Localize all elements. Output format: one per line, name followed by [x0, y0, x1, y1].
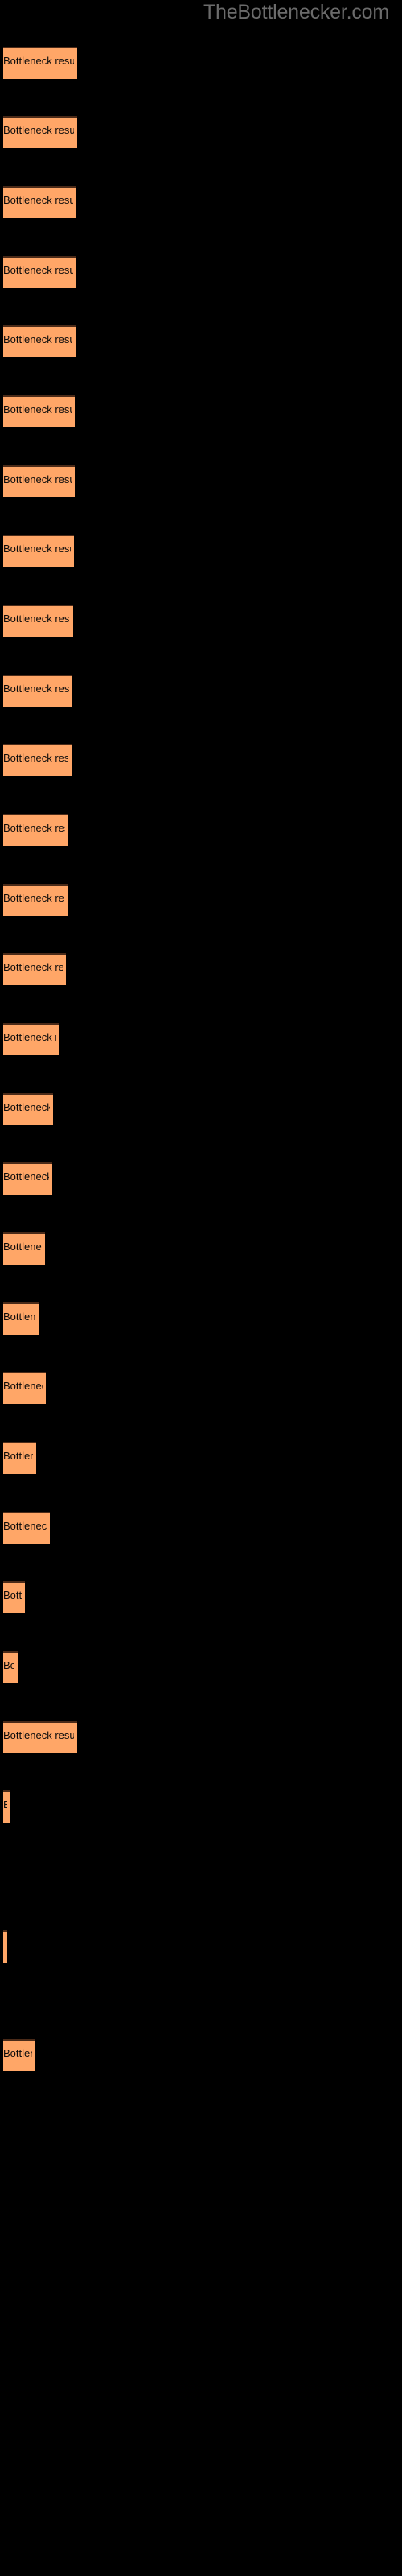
bar[interactable]: [3, 605, 73, 637]
bar[interactable]: [3, 1651, 18, 1683]
bar[interactable]: [3, 325, 76, 357]
bottleneck-bar-chart: Bottleneck result Bottleneck result Bott…: [0, 0, 402, 2576]
bar[interactable]: [3, 1302, 39, 1335]
bar[interactable]: [3, 953, 66, 985]
bar[interactable]: [3, 116, 77, 148]
bar[interactable]: [3, 1372, 46, 1404]
bar[interactable]: [3, 1023, 59, 1055]
bar[interactable]: [3, 1232, 45, 1265]
bar[interactable]: [3, 535, 74, 567]
bar[interactable]: [3, 465, 75, 497]
bar[interactable]: [3, 1930, 7, 1963]
bar[interactable]: [3, 395, 75, 427]
bar[interactable]: [3, 47, 77, 79]
bar[interactable]: [3, 1721, 77, 1753]
bar[interactable]: [3, 814, 68, 846]
bar[interactable]: [3, 1512, 50, 1544]
bar[interactable]: [3, 675, 72, 707]
bar[interactable]: [3, 256, 76, 288]
bar[interactable]: [3, 1442, 36, 1474]
bar[interactable]: [3, 2039, 35, 2071]
bar[interactable]: [3, 1093, 53, 1125]
bar[interactable]: [3, 744, 72, 776]
bar[interactable]: [3, 1581, 25, 1613]
bar[interactable]: [3, 186, 76, 218]
bar[interactable]: [3, 1162, 52, 1195]
bar[interactable]: [3, 1790, 10, 1823]
bar[interactable]: [3, 884, 68, 916]
